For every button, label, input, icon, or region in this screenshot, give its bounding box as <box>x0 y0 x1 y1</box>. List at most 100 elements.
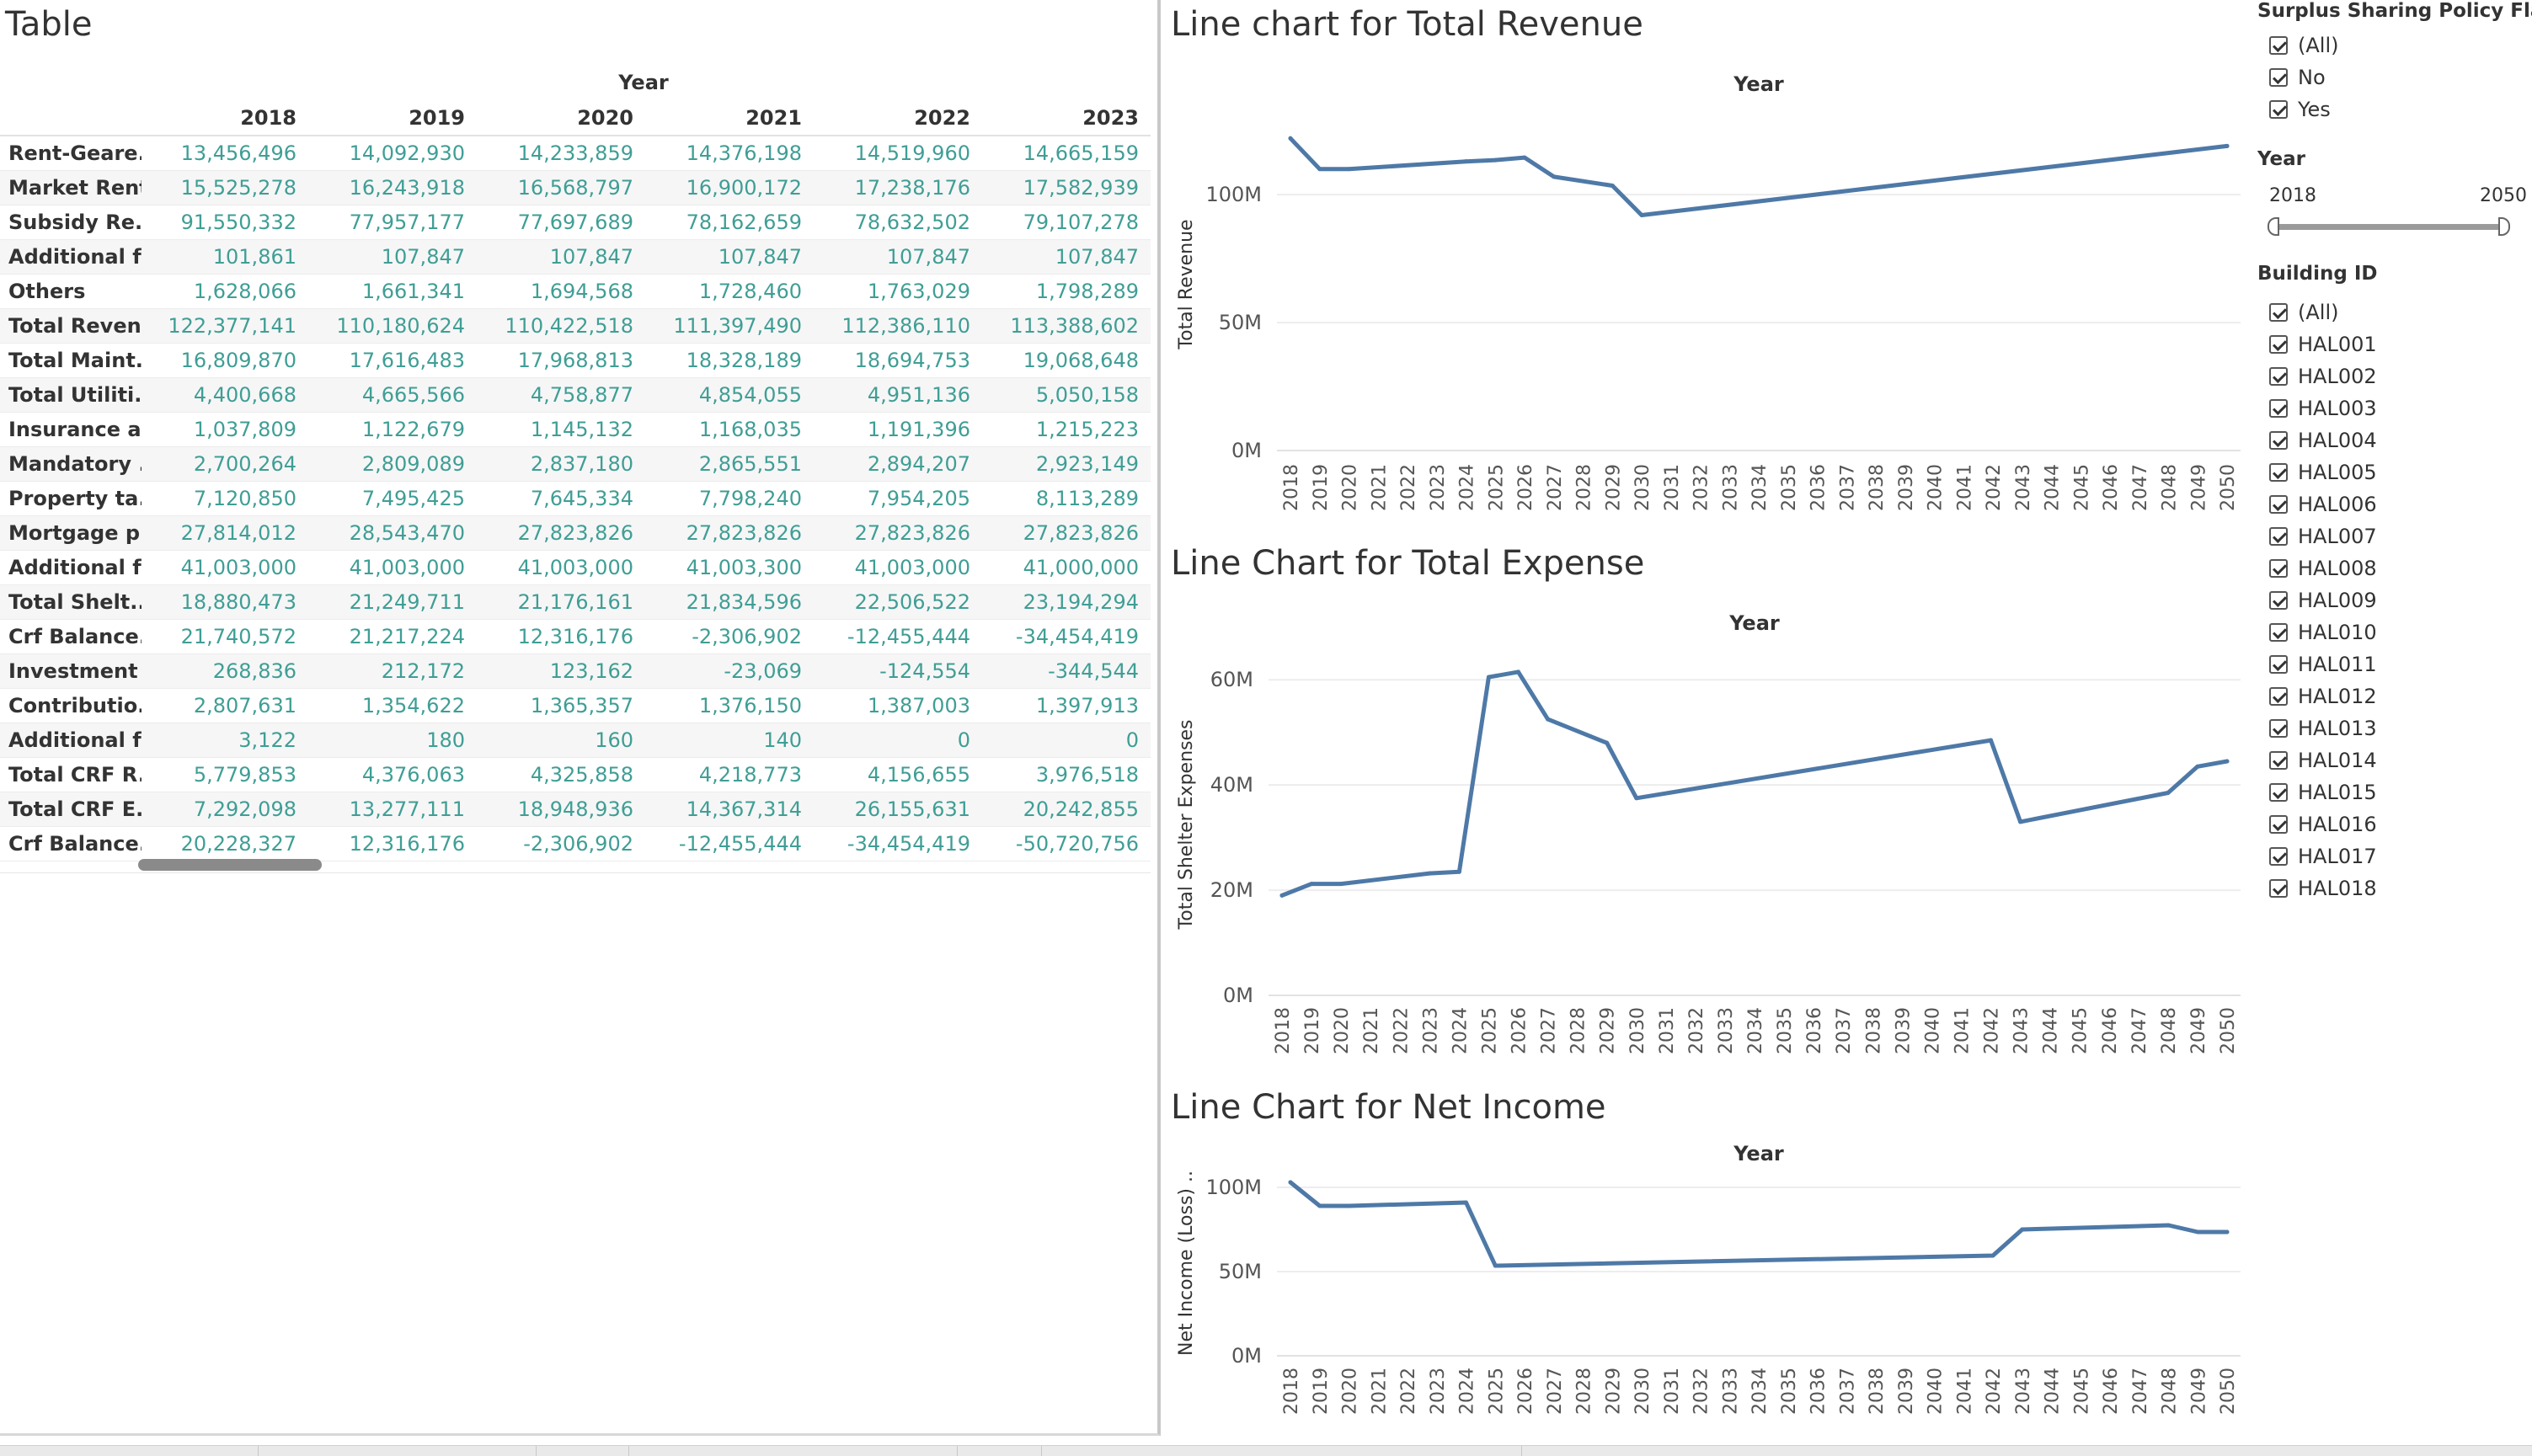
column-header[interactable]: 2020 <box>477 101 645 136</box>
table-cell[interactable]: 2,809,089 <box>308 446 477 482</box>
table-cell[interactable]: 7,645,334 <box>477 481 645 516</box>
table-cell[interactable]: 1,728,460 <box>645 274 814 309</box>
checkbox-checked-icon[interactable] <box>2269 431 2288 450</box>
table-row[interactable]: Insurance a..1,037,8091,122,6791,145,132… <box>0 412 1151 447</box>
sheet-tab[interactable] <box>628 1446 629 1456</box>
data-point[interactable] <box>1347 1203 1351 1208</box>
checkbox-checked-icon[interactable] <box>2269 559 2288 578</box>
row-label[interactable]: Total Maint.. <box>0 343 142 378</box>
table-cell[interactable]: 14,092,930 <box>308 136 477 171</box>
checkbox-checked-icon[interactable] <box>2269 399 2288 418</box>
surplus-filter-option[interactable]: (All) <box>2269 33 2338 58</box>
table-cell[interactable]: 5,779,853 <box>142 757 308 792</box>
table-cell[interactable]: -344,544 <box>982 653 1151 689</box>
table-cell[interactable]: 3,976,518 <box>982 757 1151 792</box>
series-line[interactable] <box>1279 669 2230 898</box>
checkbox-checked-icon[interactable] <box>2269 36 2288 55</box>
table-cell[interactable]: 27,823,826 <box>982 515 1151 551</box>
checkbox-checked-icon[interactable] <box>2269 815 2288 834</box>
table-cell[interactable]: 21,217,224 <box>308 619 477 654</box>
table-cell[interactable]: 4,218,773 <box>645 757 814 792</box>
table-cell[interactable]: 8,113,289 <box>982 481 1151 516</box>
building-filter-option[interactable]: HAL007 <box>2269 524 2377 549</box>
table-cell[interactable]: -12,455,444 <box>814 619 982 654</box>
slider-handle-max[interactable] <box>2498 217 2510 236</box>
table-cell[interactable]: 0 <box>982 723 1151 758</box>
row-label[interactable]: Total CRF R.. <box>0 757 142 792</box>
table-cell[interactable]: 1,122,679 <box>308 412 477 447</box>
table-cell[interactable]: 110,422,518 <box>477 308 645 344</box>
table-cell[interactable]: 2,700,264 <box>142 446 308 482</box>
data-point[interactable] <box>1552 174 1557 179</box>
data-point[interactable] <box>1427 871 1432 876</box>
table-cell[interactable]: 41,003,000 <box>477 550 645 585</box>
table-cell[interactable]: 7,495,425 <box>308 481 477 516</box>
checkbox-checked-icon[interactable] <box>2269 719 2288 738</box>
building-filter-option[interactable]: HAL017 <box>2269 844 2377 869</box>
table-row[interactable]: Mortgage p.. 27,814,012 28,543,470 27,823,8… <box>0 515 1151 551</box>
building-filter-option[interactable]: HAL013 <box>2269 716 2377 741</box>
data-point[interactable] <box>1317 167 1322 172</box>
table-row[interactable]: Total CRF E.. 7,292,098 13,277,111 18,948,9… <box>0 792 1151 827</box>
row-label[interactable]: Total Reven.. <box>0 308 142 344</box>
table-cell[interactable]: 26,155,631 <box>814 792 982 827</box>
table-cell[interactable]: 1,763,029 <box>814 274 982 309</box>
checkbox-checked-icon[interactable] <box>2269 335 2288 354</box>
table-cell[interactable]: 4,400,668 <box>142 377 308 413</box>
table-cell[interactable]: 18,694,753 <box>814 343 982 378</box>
data-point[interactable] <box>1288 1180 1293 1185</box>
data-point[interactable] <box>1317 1203 1322 1208</box>
sheet-tab[interactable] <box>957 1446 958 1456</box>
data-point[interactable] <box>1493 1263 1498 1268</box>
data-point[interactable] <box>2195 1229 2200 1235</box>
checkbox-checked-icon[interactable] <box>2269 783 2288 802</box>
table-cell[interactable]: 1,168,035 <box>645 412 814 447</box>
table-cell[interactable]: 107,847 <box>308 239 477 275</box>
table-cell[interactable]: 7,292,098 <box>142 792 308 827</box>
row-label[interactable]: Others <box>0 274 142 309</box>
checkbox-checked-icon[interactable] <box>2269 591 2288 610</box>
table-cell[interactable]: -2,306,902 <box>645 619 814 654</box>
table-cell[interactable]: 21,176,161 <box>477 584 645 620</box>
table-cell[interactable]: 13,277,111 <box>308 792 477 827</box>
table-row[interactable]: Total Utiliti.. 4,400,668 4,665,566 4,758,8… <box>0 377 1151 413</box>
row-label[interactable]: Contributio.. <box>0 688 142 723</box>
table-cell[interactable]: 27,814,012 <box>142 515 308 551</box>
row-label[interactable]: Market Rent <box>0 170 142 205</box>
row-label[interactable]: Investment .. <box>0 653 142 689</box>
data-point[interactable] <box>1493 157 1498 163</box>
building-filter-option[interactable]: HAL002 <box>2269 364 2377 389</box>
checkbox-checked-icon[interactable] <box>2269 463 2288 482</box>
data-point[interactable] <box>2166 791 2171 796</box>
table-row[interactable]: Mandatory .. 2,700,264 2,809,089 2,837,180 2… <box>0 446 1151 482</box>
table-cell[interactable]: 123,162 <box>477 653 645 689</box>
table-cell[interactable]: 23,194,294 <box>982 584 1151 620</box>
sheet-tab[interactable] <box>1521 1446 1522 1456</box>
table-cell[interactable]: 21,740,572 <box>142 619 308 654</box>
building-filter-option[interactable]: HAL015 <box>2269 780 2377 805</box>
data-point[interactable] <box>2225 143 2230 148</box>
row-label[interactable]: Crf Balance.. <box>0 619 142 654</box>
revenue-line-chart[interactable]: Year 0M 50M 100M Total Revenue 2018 2019 2020 20… <box>1162 51 2257 531</box>
table-cell[interactable]: 268,836 <box>142 653 308 689</box>
table-cell[interactable]: 0 <box>814 723 982 758</box>
column-header[interactable]: 2022 <box>814 101 982 136</box>
table-cell[interactable]: 27,823,826 <box>814 515 982 551</box>
table-cell[interactable]: 27,823,826 <box>477 515 645 551</box>
series-line[interactable] <box>1288 136 2230 217</box>
table-cell[interactable]: 180 <box>308 723 477 758</box>
table-cell[interactable]: 20,242,855 <box>982 792 1151 827</box>
table-row[interactable]: Total Reven..122,377,141110,180,624110,4… <box>0 308 1151 344</box>
table-cell[interactable]: 17,238,176 <box>814 170 982 205</box>
data-point[interactable] <box>1338 882 1343 887</box>
table-cell[interactable]: 113,388,602 <box>982 308 1151 344</box>
table-cell[interactable]: 79,107,278 <box>982 205 1151 240</box>
data-point[interactable] <box>2225 1229 2230 1235</box>
sheet-tab[interactable] <box>536 1446 537 1456</box>
table-row[interactable]: Total Shelt.. 18,880,473 21,249,711 21,176,… <box>0 584 1151 620</box>
table-row[interactable]: Subsidy Re.. 91,550,332 77,957,177 77,697,6… <box>0 205 1151 240</box>
row-label[interactable]: Total Utiliti.. <box>0 377 142 413</box>
data-point[interactable] <box>1347 167 1351 172</box>
data-point[interactable] <box>1639 212 1644 217</box>
slider-handle-min[interactable] <box>2268 217 2279 236</box>
